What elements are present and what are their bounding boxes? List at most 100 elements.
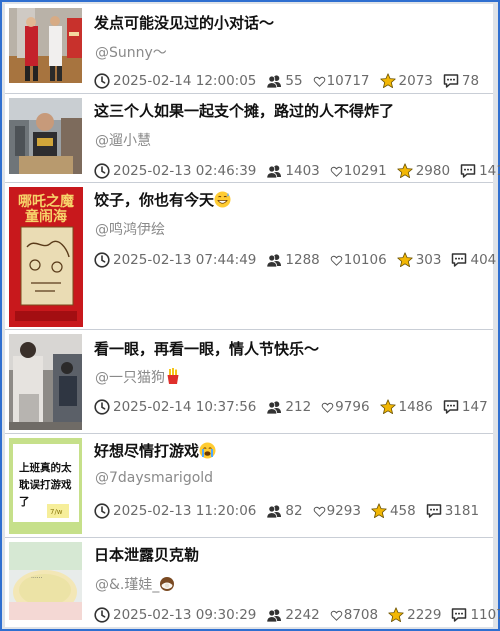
heart-icon <box>330 165 343 178</box>
grin-sweat-emoji-icon <box>214 191 231 208</box>
heart-icon <box>313 505 326 518</box>
like-count: 10106 <box>343 252 387 268</box>
people-icon <box>266 73 282 89</box>
people-count: 2242 <box>285 607 320 623</box>
post-stats: 2025-02-13 09:30:29 2242 8708 2229 11075 <box>94 605 500 625</box>
heart-icon <box>330 609 343 622</box>
comment-count: 3181 <box>444 503 480 519</box>
post-title-text: 好想尽情打游戏 <box>94 442 200 460</box>
comment-icon <box>443 399 459 415</box>
post-stats: 2025-02-14 12:00:05 55 10717 2073 78 <box>94 71 479 91</box>
post-thumbnail[interactable] <box>9 8 82 83</box>
comment-count: 147 <box>461 399 488 415</box>
people-count: 82 <box>285 503 303 519</box>
people-count: 55 <box>285 73 303 89</box>
post-time: 2025-02-14 10:37:56 <box>113 399 257 415</box>
feed-item[interactable]: 看一眼，再看一眼，情人节快乐～ @一只猫狗 2025-02-14 10:37:5… <box>5 330 493 434</box>
post-stats: 2025-02-13 11:20:06 82 9293 458 3181 <box>94 501 479 521</box>
star-count: 2980 <box>415 163 451 179</box>
feed-item[interactable]: ······ 日本泄露贝克勒 @&.瑾娃_ 2025-02-13 09:30:2… <box>5 538 500 627</box>
people-icon <box>266 252 282 268</box>
star-count: 2229 <box>407 607 442 623</box>
feed-list: 发点可能没见过的小对话～ @Sunny～ 2025-02-14 12:00:05… <box>0 0 500 631</box>
clock-icon <box>94 163 110 179</box>
star-count: 1486 <box>398 399 433 415</box>
heart-icon <box>313 75 326 88</box>
post-title[interactable]: 发点可能没见过的小对话～ <box>94 12 274 33</box>
clock-icon <box>94 252 110 268</box>
comment-count: 78 <box>461 73 480 89</box>
post-author[interactable]: @鸣鸿伊绘 <box>95 219 165 239</box>
heart-icon <box>321 401 334 414</box>
star-icon <box>397 252 413 268</box>
comment-icon <box>443 73 459 89</box>
comment-icon <box>451 252 467 268</box>
like-count: 10291 <box>343 163 387 179</box>
post-author[interactable]: @7daysmarigold <box>95 470 213 486</box>
post-stats: 2025-02-14 10:37:56 212 9796 1486 147 <box>94 397 488 417</box>
post-author-text: @&.瑾娃_ <box>95 577 160 593</box>
post-title[interactable]: 这三个人如果一起支个摊，路过的人不得炸了 <box>94 100 394 121</box>
comment-icon <box>426 503 442 519</box>
star-count: 303 <box>415 252 442 268</box>
coconut-emoji-icon <box>160 577 175 591</box>
svg-text:······: ······ <box>31 575 43 582</box>
people-count: 212 <box>285 399 312 415</box>
feed-item[interactable]: 发点可能没见过的小对话～ @Sunny～ 2025-02-14 12:00:05… <box>5 4 493 94</box>
post-thumbnail[interactable] <box>9 334 82 430</box>
people-count: 1403 <box>285 163 320 179</box>
star-icon <box>380 399 396 415</box>
post-author[interactable]: @Sunny～ <box>95 42 167 62</box>
post-title[interactable]: 饺子，你也有今天 <box>94 189 231 210</box>
star-icon <box>380 73 396 89</box>
post-stats: 2025-02-13 07:44:49 1288 10106 303 404 <box>94 250 496 270</box>
clock-icon <box>94 399 110 415</box>
clock-icon <box>94 607 110 623</box>
post-author[interactable]: @一只猫狗 <box>95 367 181 387</box>
people-icon <box>266 399 282 415</box>
like-count: 9796 <box>335 399 370 415</box>
fries-emoji-icon <box>167 368 179 384</box>
like-count: 8708 <box>343 607 379 623</box>
post-title-text: 饺子，你也有今天 <box>94 191 215 209</box>
comment-icon <box>451 607 467 623</box>
heart-icon <box>330 254 343 267</box>
clock-icon <box>94 503 110 519</box>
star-count: 458 <box>389 503 416 519</box>
post-author[interactable]: @&.瑾娃_ <box>95 574 175 594</box>
post-time: 2025-02-13 11:20:06 <box>113 503 257 519</box>
post-thumbnail[interactable]: 7/w 上班真的太耽误打游戏了 <box>9 438 82 534</box>
post-time: 2025-02-14 12:00:05 <box>113 73 257 89</box>
post-time: 2025-02-13 02:46:39 <box>113 163 257 179</box>
clock-icon <box>94 73 110 89</box>
comment-count: 404 <box>470 252 497 268</box>
people-count: 1288 <box>285 252 320 268</box>
comment-icon <box>460 163 476 179</box>
people-icon <box>266 163 282 179</box>
post-thumbnail[interactable] <box>9 98 82 174</box>
people-icon <box>266 503 282 519</box>
post-thumbnail[interactable]: ······ <box>9 542 82 620</box>
thumb-caption: 上班真的太耽误打游戏了 <box>19 462 72 508</box>
post-author-text: @一只猫狗 <box>95 370 165 386</box>
like-count: 9293 <box>326 503 361 519</box>
post-author[interactable]: @遛小慧 <box>95 130 151 150</box>
post-time: 2025-02-13 09:30:29 <box>113 607 257 623</box>
post-thumbnail[interactable]: 哪吒之魔童闹海 <box>9 187 83 327</box>
comment-count: 141 <box>479 163 500 179</box>
post-stats: 2025-02-13 02:46:39 1403 10291 2980 141 <box>94 161 500 181</box>
star-icon <box>397 163 413 179</box>
feed-item[interactable]: 这三个人如果一起支个摊，路过的人不得炸了 @遛小慧 2025-02-13 02:… <box>5 94 500 183</box>
feed-item[interactable]: 7/w 上班真的太耽误打游戏了 好想尽情打游戏 @7daysmarigold 2… <box>5 434 493 538</box>
post-title[interactable]: 好想尽情打游戏 <box>94 440 216 461</box>
feed-item[interactable]: 哪吒之魔童闹海 饺子，你也有今天 @鸣鸿伊绘 2025-02-13 07:44:… <box>5 183 496 330</box>
post-time: 2025-02-13 07:44:49 <box>113 252 257 268</box>
post-title[interactable]: 日本泄露贝克勒 <box>94 544 199 565</box>
star-icon <box>371 503 387 519</box>
star-count: 2073 <box>398 73 433 89</box>
comment-count: 11075 <box>470 607 500 623</box>
post-title[interactable]: 看一眼，再看一眼，情人节快乐～ <box>94 338 319 359</box>
people-icon <box>266 607 282 623</box>
star-icon <box>388 607 404 623</box>
poster-text: 哪吒之魔童闹海 <box>18 194 74 225</box>
